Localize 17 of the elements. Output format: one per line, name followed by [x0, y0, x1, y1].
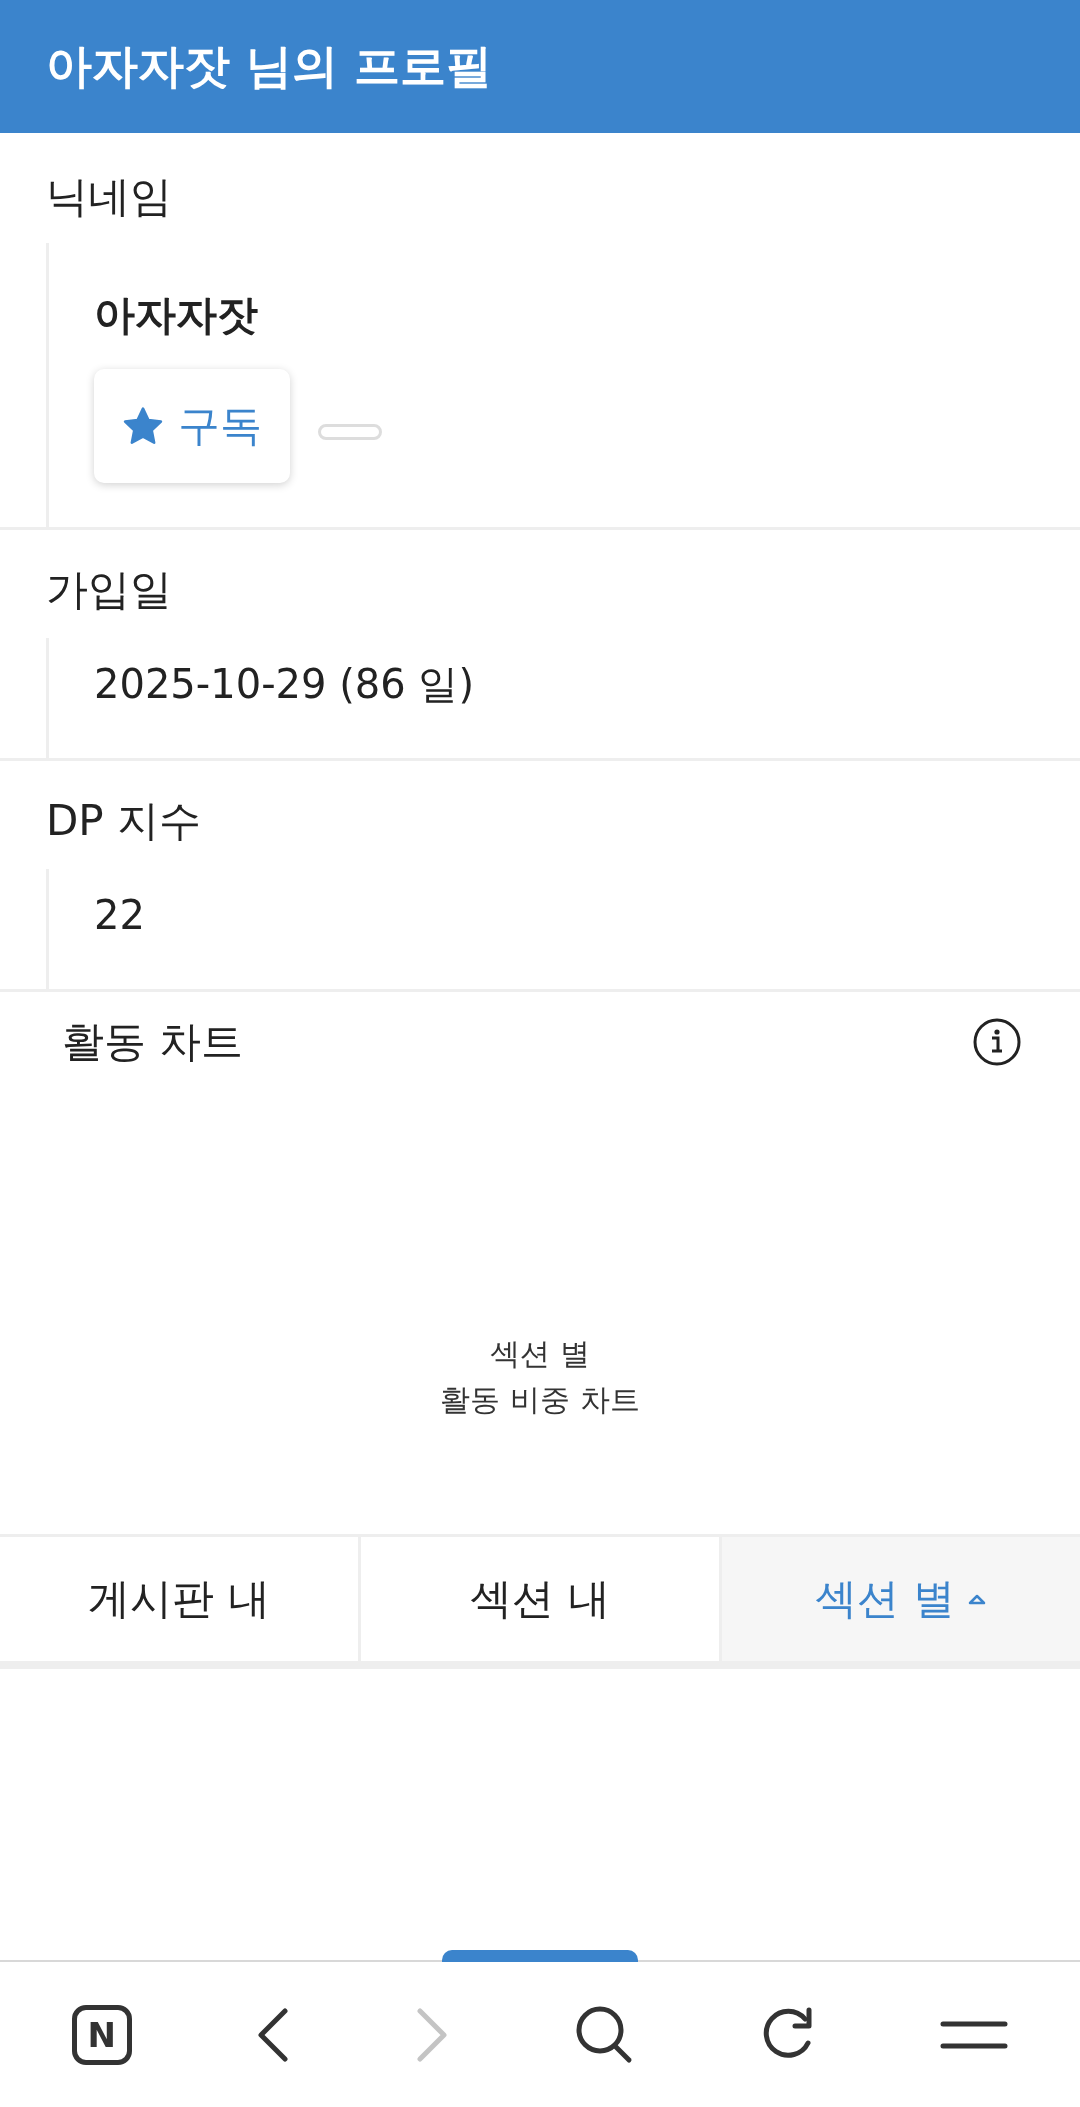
star-icon: [122, 406, 164, 446]
chart-title: 활동 차트: [62, 1016, 244, 1068]
field-value: 2025-10-29 (86 일): [94, 660, 474, 708]
info-icon[interactable]: [972, 1017, 1022, 1067]
home-logo-button[interactable]: N: [71, 2004, 132, 2065]
menu-icon[interactable]: [940, 2019, 1009, 2050]
chart-tab[interactable]: 섹션 별: [722, 1537, 1080, 1661]
page-title: 아자자잣 님의 프로필: [46, 37, 493, 95]
field-label: 닉네임: [46, 173, 172, 221]
field-label: DP 지수: [46, 797, 202, 845]
nickname: 아자자잣: [94, 291, 258, 339]
pill-outline: [318, 424, 382, 440]
field-label: 가입일: [46, 566, 172, 614]
field-value: 22: [94, 891, 145, 939]
subscribe-button[interactable]: 구독: [94, 369, 290, 483]
back-icon[interactable]: [255, 2006, 291, 2063]
chart-loading-text: 섹션 별 활동 비중 차트: [440, 1335, 640, 1419]
